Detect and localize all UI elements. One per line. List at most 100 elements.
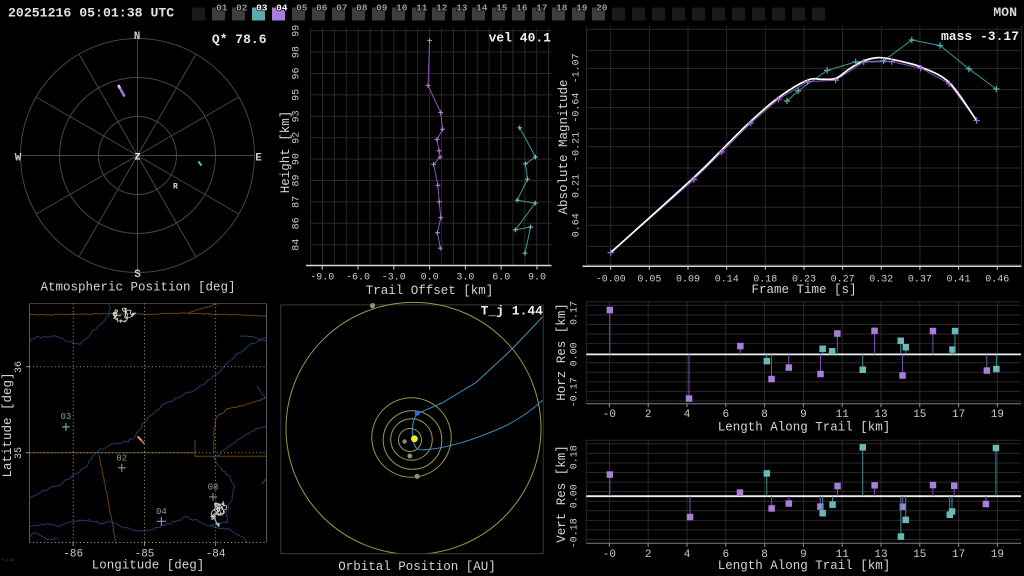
svg-text:19: 19 xyxy=(991,549,1004,561)
svg-text:Longitude [deg]: Longitude [deg] xyxy=(92,559,205,573)
svg-text:0.05: 0.05 xyxy=(637,275,661,286)
svg-text:18: 18 xyxy=(556,3,568,14)
svg-text:95: 95 xyxy=(292,89,303,101)
svg-text:06: 06 xyxy=(316,3,328,14)
svg-text:35: 35 xyxy=(14,447,25,459)
svg-text:Q* 78.6: Q* 78.6 xyxy=(212,32,267,47)
svg-text:14: 14 xyxy=(476,3,488,14)
svg-text:2: 2 xyxy=(645,409,652,421)
svg-text:19: 19 xyxy=(576,3,588,14)
svg-text:Length Along Trail [km]: Length Along Trail [km] xyxy=(718,421,891,435)
svg-text:-3.0: -3.0 xyxy=(382,273,406,284)
svg-text:E: E xyxy=(255,153,262,165)
svg-text:-1.07: -1.07 xyxy=(572,53,583,83)
svg-text:0.41: 0.41 xyxy=(946,275,970,286)
svg-text:-0: -0 xyxy=(603,549,616,561)
svg-text:20251216 05:01:38 UTC: 20251216 05:01:38 UTC xyxy=(8,6,174,21)
svg-text:84: 84 xyxy=(292,239,303,251)
svg-text:16: 16 xyxy=(516,3,528,14)
svg-text:03: 03 xyxy=(256,3,268,14)
svg-text:Latitude [deg]: Latitude [deg] xyxy=(1,372,15,477)
svg-text:17: 17 xyxy=(536,3,548,14)
svg-text:-0.21: -0.21 xyxy=(572,132,583,162)
svg-text:90: 90 xyxy=(292,153,303,165)
svg-text:4: 4 xyxy=(684,549,691,561)
svg-text:3.0: 3.0 xyxy=(456,273,474,284)
svg-text:92: 92 xyxy=(292,132,303,144)
svg-text:01: 01 xyxy=(216,3,228,14)
svg-text:08: 08 xyxy=(208,483,219,493)
svg-text:MON: MON xyxy=(993,5,1017,20)
svg-text:86: 86 xyxy=(292,217,303,229)
svg-text:05: 05 xyxy=(296,3,308,14)
svg-text:-0.18: -0.18 xyxy=(570,518,581,548)
svg-text:9: 9 xyxy=(800,409,807,421)
svg-text:19: 19 xyxy=(991,409,1004,421)
svg-text:Absolute Magnitude: Absolute Magnitude xyxy=(557,79,571,214)
svg-text:4: 4 xyxy=(684,409,691,421)
svg-text:15: 15 xyxy=(913,549,926,561)
svg-text:0.14: 0.14 xyxy=(715,275,739,286)
svg-text:11: 11 xyxy=(416,3,428,14)
svg-text:9.0: 9.0 xyxy=(528,273,546,284)
svg-text:02: 02 xyxy=(236,3,248,14)
svg-text:0.00: 0.00 xyxy=(570,484,581,508)
svg-text:Frame Time [s]: Frame Time [s] xyxy=(751,283,856,297)
svg-text:0.64: 0.64 xyxy=(572,213,583,237)
svg-text:0.46: 0.46 xyxy=(985,275,1009,286)
svg-text:96: 96 xyxy=(292,67,303,79)
svg-text:Horz Res [km]: Horz Res [km] xyxy=(555,303,569,401)
svg-text:-0.64: -0.64 xyxy=(572,93,583,123)
svg-text:-6.0: -6.0 xyxy=(346,273,370,284)
svg-text:0.00: 0.00 xyxy=(570,342,581,366)
svg-text:-0: -0 xyxy=(603,409,616,421)
svg-text:13: 13 xyxy=(874,409,887,421)
svg-text:07: 07 xyxy=(336,3,348,14)
svg-text:-0.17: -0.17 xyxy=(570,377,581,407)
svg-text:0.37: 0.37 xyxy=(908,275,932,286)
svg-text:Orbital Position [AU]: Orbital Position [AU] xyxy=(338,560,496,574)
svg-text:04: 04 xyxy=(156,507,167,517)
svg-text:09: 09 xyxy=(376,3,388,14)
svg-text:0.17: 0.17 xyxy=(570,301,581,325)
svg-text:Trail Offset [km]: Trail Offset [km] xyxy=(366,284,494,298)
svg-text:6: 6 xyxy=(722,409,729,421)
svg-text:12: 12 xyxy=(436,3,448,14)
svg-text:20: 20 xyxy=(596,3,608,14)
svg-text:0.21: 0.21 xyxy=(572,174,583,198)
svg-text:93: 93 xyxy=(292,110,303,122)
svg-text:08: 08 xyxy=(356,3,368,14)
svg-text:0.32: 0.32 xyxy=(869,275,893,286)
svg-text:6.0: 6.0 xyxy=(492,273,510,284)
svg-text:Height [km]: Height [km] xyxy=(279,111,293,194)
svg-text:R: R xyxy=(173,183,178,192)
svg-text:T_j 1.44: T_j 1.44 xyxy=(481,304,544,319)
svg-text:-9.0: -9.0 xyxy=(310,273,334,284)
svg-text:10: 10 xyxy=(396,3,408,14)
svg-text:2: 2 xyxy=(645,549,652,561)
svg-text:15: 15 xyxy=(496,3,508,14)
svg-text:-86: -86 xyxy=(63,549,83,561)
svg-text:0.18: 0.18 xyxy=(570,445,581,469)
svg-text:04: 04 xyxy=(276,3,288,14)
svg-text:W: W xyxy=(15,153,22,165)
svg-text:36: 36 xyxy=(14,361,25,373)
svg-text:11: 11 xyxy=(836,409,850,421)
svg-text:-0.00: -0.00 xyxy=(596,275,626,286)
svg-text:13: 13 xyxy=(456,3,468,14)
svg-text:FyLWd: FyLWd xyxy=(2,558,15,563)
svg-text:17: 17 xyxy=(952,409,965,421)
svg-text:vel 40.1: vel 40.1 xyxy=(489,30,552,45)
svg-text:03: 03 xyxy=(60,412,71,422)
svg-text:0.0: 0.0 xyxy=(421,273,439,284)
svg-text:0.09: 0.09 xyxy=(676,275,700,286)
svg-text:15: 15 xyxy=(913,409,926,421)
svg-text:98: 98 xyxy=(292,46,303,58)
svg-text:87: 87 xyxy=(292,196,303,208)
svg-text:Atmospheric Position [deg]: Atmospheric Position [deg] xyxy=(40,281,235,295)
svg-text:89: 89 xyxy=(292,174,303,186)
svg-text:Length Along Trail [km]: Length Along Trail [km] xyxy=(718,559,891,573)
svg-text:S: S xyxy=(134,269,141,281)
svg-text:17: 17 xyxy=(952,549,965,561)
svg-text:N: N xyxy=(134,31,141,43)
